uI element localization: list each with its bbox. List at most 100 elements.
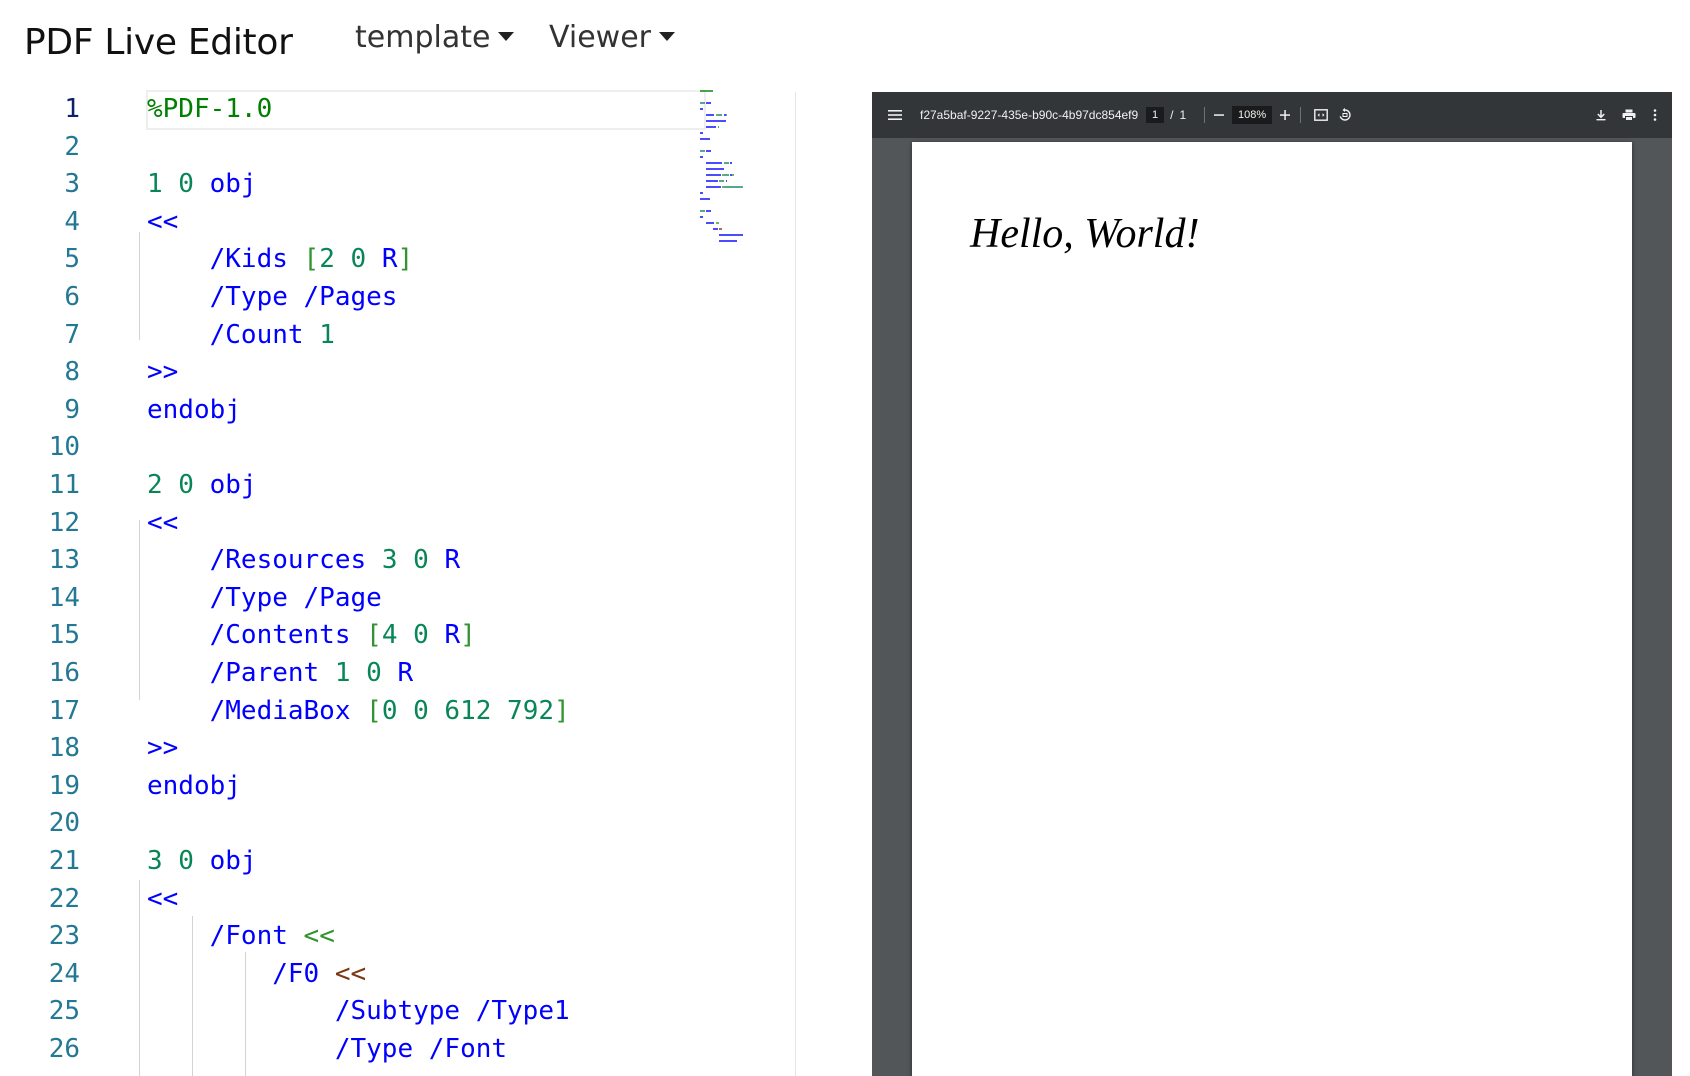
print-icon[interactable] [1616,92,1642,138]
code-token: R [444,545,461,576]
code-editor[interactable]: 1 %PDF-1.0 2 3 1 0 obj 4 << 5 /Kids [2 0 R] 6 /T… [0,90,795,1076]
caret-down-icon [658,32,675,41]
code-token: << [147,507,179,538]
line-number: 20 [48,808,80,839]
line-code: << [147,203,178,241]
code-line[interactable]: 8 >> [0,353,700,391]
code-line[interactable]: 26 /Type /Font [0,1030,700,1068]
code-token: 0 0 612 792 [381,695,554,726]
menu-icon[interactable] [882,92,908,138]
code-token: ] [397,244,414,275]
pdf-page: Hello, World! [912,142,1632,1076]
line-code: /Parent 1 0 R [147,654,414,692]
code-line[interactable]: 21 3 0 obj [0,842,700,880]
code-line[interactable]: 22 << [0,880,700,918]
code-token: endobj [147,394,241,425]
code-line[interactable]: 23 /Font << [0,917,700,955]
minimap-line [700,198,710,200]
code-line[interactable]: 17 /MediaBox [0 0 612 792] [0,692,700,730]
minimap-line [700,210,705,212]
line-number: 18 [48,733,80,764]
code-token: /MediaBox [147,695,367,726]
line-number: 16 [48,658,80,688]
viewer-menu[interactable]: Viewer [549,20,675,55]
line-number: 26 [48,1034,80,1064]
toolbar-separator [1204,107,1205,123]
viewer-menu-label: Viewer [549,20,651,55]
code-token: /Subtype /Type1 [147,996,570,1027]
code-token: >> [147,357,179,388]
minimap-line [706,186,721,188]
code-line[interactable]: 12 << [0,504,700,542]
indent-guide [192,916,193,1076]
code-token: endobj [147,770,241,801]
line-number: 4 [64,206,80,237]
code-token: /Font [147,921,304,952]
rotate-icon[interactable] [1332,92,1358,138]
code-token: >> [147,733,179,764]
zoom-out-icon[interactable] [1206,92,1232,138]
editor-minimap[interactable] [700,90,780,360]
minimap-line [741,186,744,188]
caret-down-icon [498,32,515,41]
minimap-line [700,132,704,134]
code-line[interactable]: 18 >> [0,729,700,767]
minimap-line [724,186,742,188]
code-line[interactable]: 15 /Contents [4 0 R] [0,616,700,654]
code-line[interactable]: 2 [0,128,700,166]
code-token: 2 0 [319,244,382,275]
brand-title[interactable]: PDF Live Editor [24,22,293,63]
code-line[interactable]: 1 %PDF-1.0 [0,90,700,128]
line-code: 2 0 obj [147,466,257,504]
code-token: ] [554,695,570,726]
more-icon[interactable] [1642,92,1668,138]
page-input[interactable]: 1 [1146,107,1165,123]
pane-divider[interactable] [795,92,796,1076]
code-line[interactable]: 25 /Subtype /Type1 [0,992,700,1030]
code-token: R [444,620,461,651]
code-line[interactable]: 5 /Kids [2 0 R] [0,240,700,278]
code-token: /Count [147,319,320,350]
minimap-line [706,222,715,224]
code-token: %PDF-1.0 [147,94,273,124]
code-line[interactable]: 3 1 0 obj [0,165,700,203]
document-title: f27a5baf-9227-435e-b90c-4b97dc854ef9 [920,108,1139,122]
template-menu[interactable]: template [355,20,515,55]
line-number: 11 [48,470,80,500]
code-line[interactable]: 24 /F0 << [0,955,700,993]
line-number: 5 [64,244,80,275]
code-line[interactable]: 4 << [0,203,700,241]
line-number: 7 [64,319,80,350]
code-token: 1 0 [147,169,210,200]
minimap-line [700,156,704,158]
code-line[interactable]: 6 /Type /Pages [0,278,700,316]
code-line[interactable]: 20 [0,804,700,842]
minimap-line [712,228,718,230]
code-line[interactable]: 14 /Type /Page [0,579,700,617]
line-number: 10 [48,432,80,463]
zoom-in-icon[interactable] [1272,92,1298,138]
minimap-line [719,234,744,236]
line-number: 6 [64,282,80,312]
fit-page-icon[interactable] [1308,92,1334,138]
line-number: 1 [64,94,80,124]
code-line[interactable]: 16 /Parent 1 0 R [0,654,700,692]
minimap-line [717,114,723,116]
zoom-input[interactable]: 108% [1232,106,1273,124]
download-icon[interactable] [1588,92,1614,138]
code-token: /Type /Font [147,1034,508,1064]
minimap-line [706,126,716,128]
code-line[interactable]: 10 [0,428,700,466]
code-line[interactable]: 11 2 0 obj [0,466,700,504]
line-number: 19 [48,770,80,801]
minimap-line [700,150,705,152]
zoom-level[interactable]: 108% [1232,92,1273,138]
code-line[interactable]: 9 endobj [0,391,700,429]
minimap-line [706,168,724,170]
line-number: 22 [48,883,80,914]
line-number: 21 [48,846,80,876]
code-line[interactable]: 13 /Resources 3 0 R [0,541,700,579]
minimap-line [700,192,704,194]
code-line[interactable]: 7 /Count 1 [0,316,700,354]
code-line[interactable]: 19 endobj [0,767,700,805]
